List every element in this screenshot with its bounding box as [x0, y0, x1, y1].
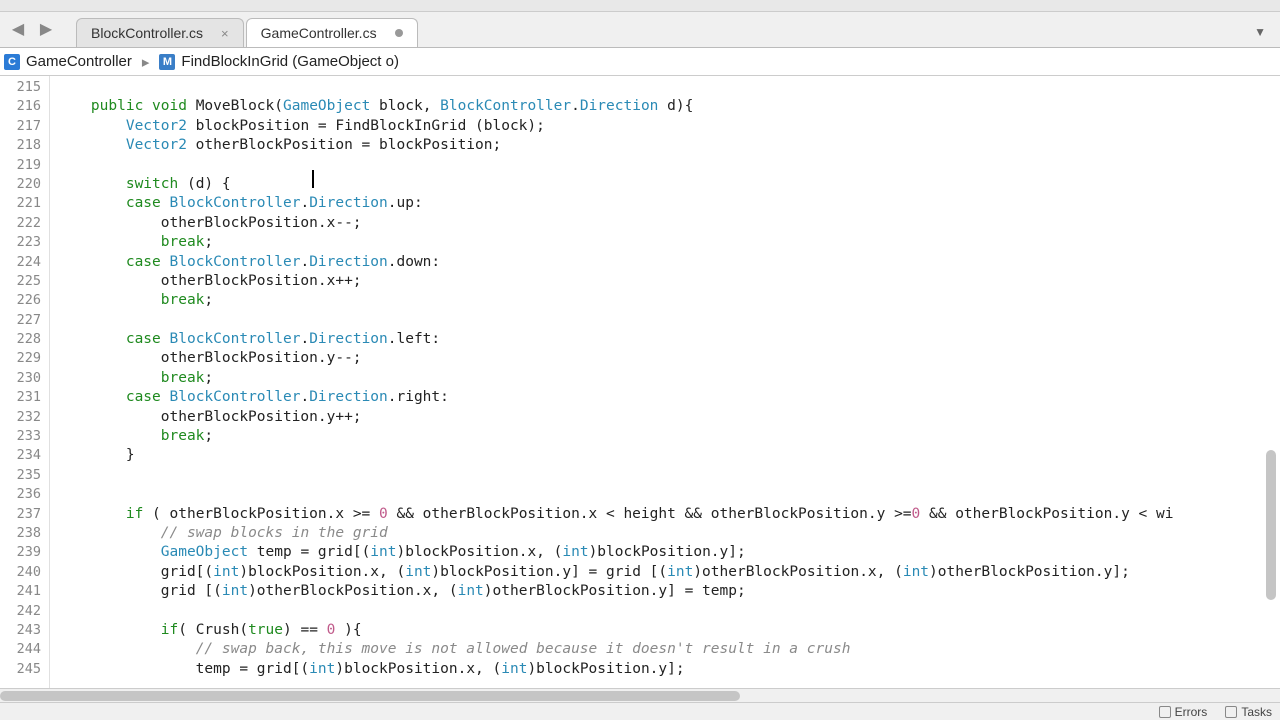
code-line: otherBlockPosition.x--; [50, 214, 1280, 233]
line-number: 239 [0, 543, 49, 562]
code-line: grid[(int)blockPosition.x, (int)blockPos… [50, 563, 1280, 582]
line-number: 220 [0, 175, 49, 194]
status-label: Errors [1175, 705, 1208, 719]
method-icon: M [159, 54, 175, 70]
line-number: 215 [0, 78, 49, 97]
nav-row: ◀ ▶ BlockController.cs × GameController.… [0, 12, 1280, 48]
line-number: 242 [0, 602, 49, 621]
tab-gamecontroller[interactable]: GameController.cs [246, 18, 418, 47]
line-number: 221 [0, 194, 49, 213]
code-line [50, 311, 1280, 330]
code-line: GameObject temp = grid[(int)blockPositio… [50, 543, 1280, 562]
code-line [50, 466, 1280, 485]
code-line: otherBlockPosition.x++; [50, 272, 1280, 291]
close-icon[interactable]: × [221, 26, 229, 41]
code-line [50, 602, 1280, 621]
line-number: 240 [0, 563, 49, 582]
tab-blockcontroller[interactable]: BlockController.cs × [76, 18, 244, 47]
line-number: 235 [0, 466, 49, 485]
line-number: 241 [0, 582, 49, 601]
code-line: grid [(int)otherBlockPosition.x, (int)ot… [50, 582, 1280, 601]
line-number: 231 [0, 388, 49, 407]
code-line: break; [50, 291, 1280, 310]
code-line: // swap back, this move is not allowed b… [50, 640, 1280, 659]
code-line: break; [50, 369, 1280, 388]
line-number: 232 [0, 408, 49, 427]
code-editor[interactable]: 2152162172182192202212222232242252262272… [0, 76, 1280, 688]
line-number: 234 [0, 446, 49, 465]
nav-back-icon[interactable]: ◀ [4, 15, 32, 43]
code-line: break; [50, 233, 1280, 252]
chevron-right-icon: ▸ [142, 53, 150, 71]
line-number: 216 [0, 97, 49, 116]
line-number: 225 [0, 272, 49, 291]
line-number: 218 [0, 136, 49, 155]
code-line: otherBlockPosition.y--; [50, 349, 1280, 368]
scrollbar-thumb[interactable] [0, 691, 740, 701]
line-number: 230 [0, 369, 49, 388]
code-line: } [50, 446, 1280, 465]
code-line: case BlockController.Direction.down: [50, 253, 1280, 272]
code-line: Vector2 blockPosition = FindBlockInGrid … [50, 117, 1280, 136]
line-gutter: 2152162172182192202212222232242252262272… [0, 76, 50, 688]
line-number: 228 [0, 330, 49, 349]
breadcrumb-class[interactable]: GameController [26, 53, 132, 70]
line-number: 233 [0, 427, 49, 446]
dirty-indicator-icon [395, 29, 403, 37]
code-line [50, 485, 1280, 504]
tasks-icon [1225, 706, 1237, 718]
line-number: 222 [0, 214, 49, 233]
line-number: 244 [0, 640, 49, 659]
code-line: temp = grid[(int)blockPosition.x, (int)b… [50, 660, 1280, 679]
line-number: 224 [0, 253, 49, 272]
code-line: case BlockController.Direction.right: [50, 388, 1280, 407]
code-line: if ( otherBlockPosition.x >= 0 && otherB… [50, 505, 1280, 524]
tab-label: BlockController.cs [91, 25, 203, 41]
code-line: Vector2 otherBlockPosition = blockPositi… [50, 136, 1280, 155]
code-line: switch (d) { [50, 175, 1280, 194]
status-tasks[interactable]: Tasks [1225, 705, 1272, 719]
line-number: 238 [0, 524, 49, 543]
nav-forward-icon[interactable]: ▶ [32, 15, 60, 43]
line-number: 236 [0, 485, 49, 504]
code-line [50, 78, 1280, 97]
scrollbar-thumb[interactable] [1266, 450, 1276, 600]
line-number: 223 [0, 233, 49, 252]
breadcrumb: C GameController ▸ M FindBlockInGrid (Ga… [0, 48, 1280, 76]
code-line: case BlockController.Direction.up: [50, 194, 1280, 213]
class-icon: C [4, 54, 20, 70]
tab-bar: BlockController.cs × GameController.cs [76, 18, 1254, 47]
tab-overflow-icon[interactable]: ▼ [1254, 25, 1266, 39]
code-line: // swap blocks in the grid [50, 524, 1280, 543]
status-errors[interactable]: Errors [1159, 705, 1208, 719]
line-number: 226 [0, 291, 49, 310]
code-line: case BlockController.Direction.left: [50, 330, 1280, 349]
horizontal-scrollbar[interactable] [0, 688, 1280, 702]
code-line [50, 156, 1280, 175]
line-number: 245 [0, 660, 49, 679]
status-bar: Errors Tasks [0, 702, 1280, 720]
text-cursor [312, 170, 314, 188]
line-number: 243 [0, 621, 49, 640]
line-number: 227 [0, 311, 49, 330]
errors-icon [1159, 706, 1171, 718]
vertical-scrollbar[interactable] [1266, 80, 1276, 670]
line-number: 237 [0, 505, 49, 524]
line-number: 217 [0, 117, 49, 136]
code-line: if( Crush(true) == 0 ){ [50, 621, 1280, 640]
line-number: 219 [0, 156, 49, 175]
code-area[interactable]: public void MoveBlock(GameObject block, … [50, 76, 1280, 688]
status-label: Tasks [1241, 705, 1272, 719]
window-top-strip [0, 0, 1280, 12]
code-line: otherBlockPosition.y++; [50, 408, 1280, 427]
tab-label: GameController.cs [261, 25, 377, 41]
code-line: public void MoveBlock(GameObject block, … [50, 97, 1280, 116]
code-line: break; [50, 427, 1280, 446]
line-number: 229 [0, 349, 49, 368]
breadcrumb-method[interactable]: FindBlockInGrid (GameObject o) [181, 53, 399, 70]
